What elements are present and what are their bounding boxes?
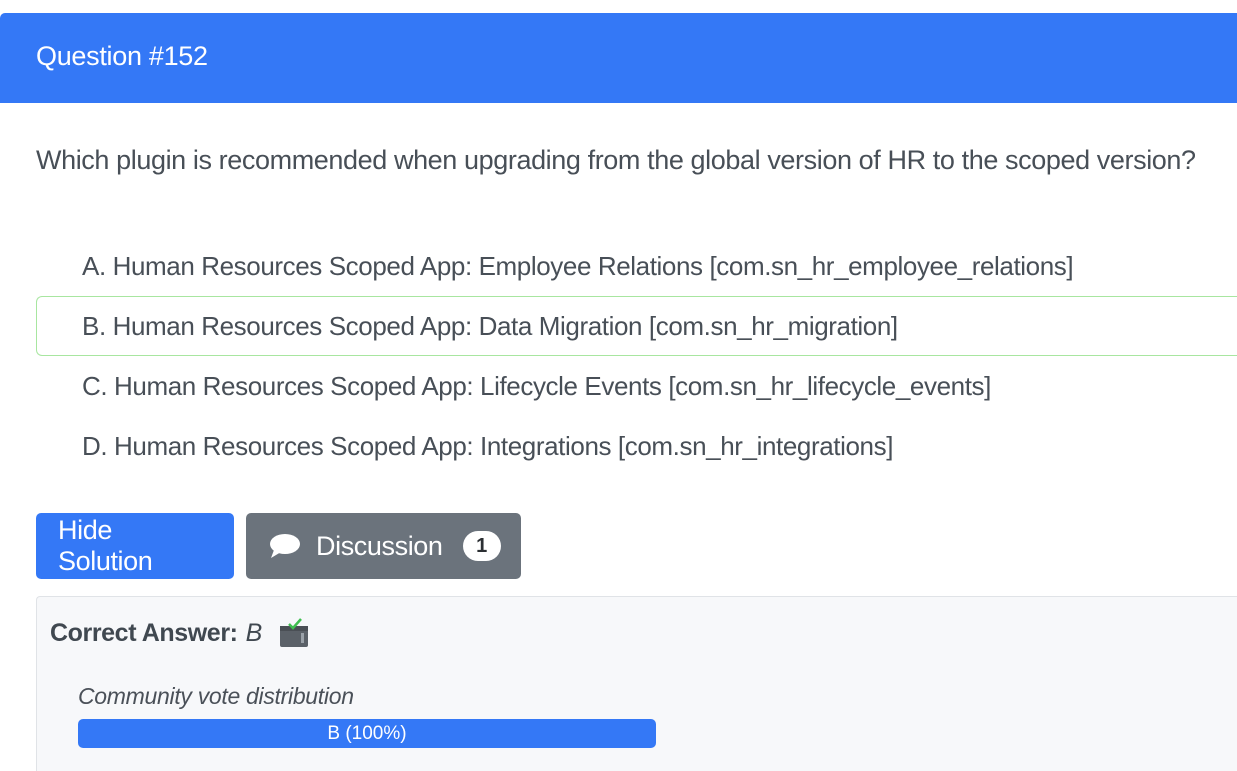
choice-a-text: A. Human Resources Scoped App: Employee … — [82, 250, 1074, 281]
question-text: Which plugin is recommended when upgradi… — [36, 145, 1196, 175]
hide-solution-label: Hide Solution — [58, 515, 153, 576]
vote-progress-fill: B (100%) — [78, 719, 656, 748]
correct-answer-line: Correct Answer: B — [50, 617, 310, 649]
chat-bubble-icon — [268, 531, 302, 561]
question-card: Question #152 Which plugin is recommende… — [0, 0, 1237, 771]
hide-solution-button[interactable]: Hide Solution — [36, 513, 234, 579]
choice-a[interactable]: A. Human Resources Scoped App: Employee … — [36, 236, 1237, 296]
action-buttons: Hide Solution Discussion 1 — [36, 513, 521, 579]
discussion-button[interactable]: Discussion 1 — [246, 513, 521, 579]
choice-b[interactable]: B. Human Resources Scoped App: Data Migr… — [36, 296, 1237, 356]
clipboard-check-icon — [278, 617, 310, 649]
choice-d-text: D. Human Resources Scoped App: Integrati… — [82, 430, 894, 461]
choice-d[interactable]: D. Human Resources Scoped App: Integrati… — [36, 416, 1237, 476]
discussion-count-badge: 1 — [462, 531, 501, 561]
question-title: Question #152 — [36, 41, 208, 71]
choices-list: A. Human Resources Scoped App: Employee … — [36, 236, 1237, 476]
vote-progress-bar: B (100%) — [78, 719, 656, 748]
choice-c-text: C. Human Resources Scoped App: Lifecycle… — [82, 370, 991, 401]
choice-b-text: B. Human Resources Scoped App: Data Migr… — [82, 310, 898, 341]
vote-distribution-label: Community vote distribution — [78, 683, 354, 709]
discussion-label: Discussion — [316, 530, 443, 561]
correct-answer-value: B — [245, 618, 263, 647]
card-header: Question #152 — [0, 13, 1237, 103]
choice-c[interactable]: C. Human Resources Scoped App: Lifecycle… — [36, 356, 1237, 416]
correct-answer-label: Correct Answer: — [50, 618, 238, 647]
solution-panel: Correct Answer: B Community vote distrib… — [36, 596, 1237, 771]
vote-bar-text: B (100%) — [327, 722, 407, 744]
